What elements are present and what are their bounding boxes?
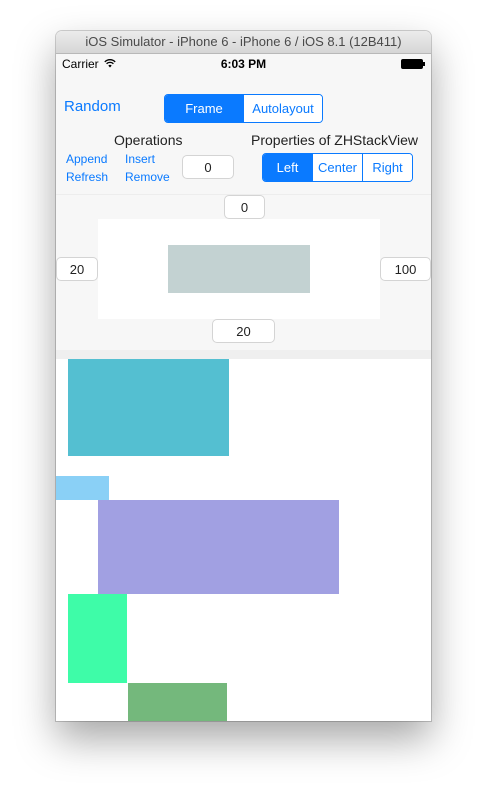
left-inset-field[interactable] (56, 257, 98, 281)
device-screen: Carrier 6:03 PM Random Frame Autolayout … (56, 54, 431, 721)
stack-item-5 (128, 683, 227, 721)
inset-preview (98, 219, 380, 319)
refresh-button[interactable]: Refresh (66, 170, 108, 184)
alignment-segmented-control[interactable]: Left Center Right (262, 153, 413, 182)
stack-item-2 (56, 476, 109, 500)
segment-frame[interactable]: Frame (165, 95, 243, 122)
stack-item-4 (68, 594, 127, 683)
layout-mode-segmented-control[interactable]: Frame Autolayout (164, 94, 323, 123)
operations-title: Operations (114, 132, 183, 148)
remove-button[interactable]: Remove (125, 170, 170, 184)
random-button[interactable]: Random (64, 98, 121, 115)
insert-button[interactable]: Insert (125, 152, 155, 166)
segment-left[interactable]: Left (263, 154, 312, 181)
status-bar: Carrier 6:03 PM (56, 54, 431, 74)
index-field[interactable] (182, 155, 234, 179)
preview-item (168, 245, 310, 293)
window-title: iOS Simulator - iPhone 6 - iPhone 6 / iO… (56, 31, 431, 54)
segment-center[interactable]: Center (312, 154, 362, 181)
segment-autolayout[interactable]: Autolayout (243, 95, 322, 122)
stack-view (56, 359, 431, 721)
top-inset-field[interactable] (224, 195, 265, 219)
append-button[interactable]: Append (66, 152, 107, 166)
simulator-window: iOS Simulator - iPhone 6 - iPhone 6 / iO… (56, 31, 431, 721)
properties-title: Properties of ZHStackView (251, 132, 419, 148)
battery-icon (401, 59, 425, 69)
stack-item-3 (98, 500, 339, 594)
clock: 6:03 PM (220, 57, 267, 71)
segment-right[interactable]: Right (362, 154, 412, 181)
right-inset-field[interactable] (380, 257, 431, 281)
bottom-inset-field[interactable] (212, 319, 275, 343)
stack-divider (56, 350, 431, 359)
stack-item-1 (68, 359, 229, 456)
